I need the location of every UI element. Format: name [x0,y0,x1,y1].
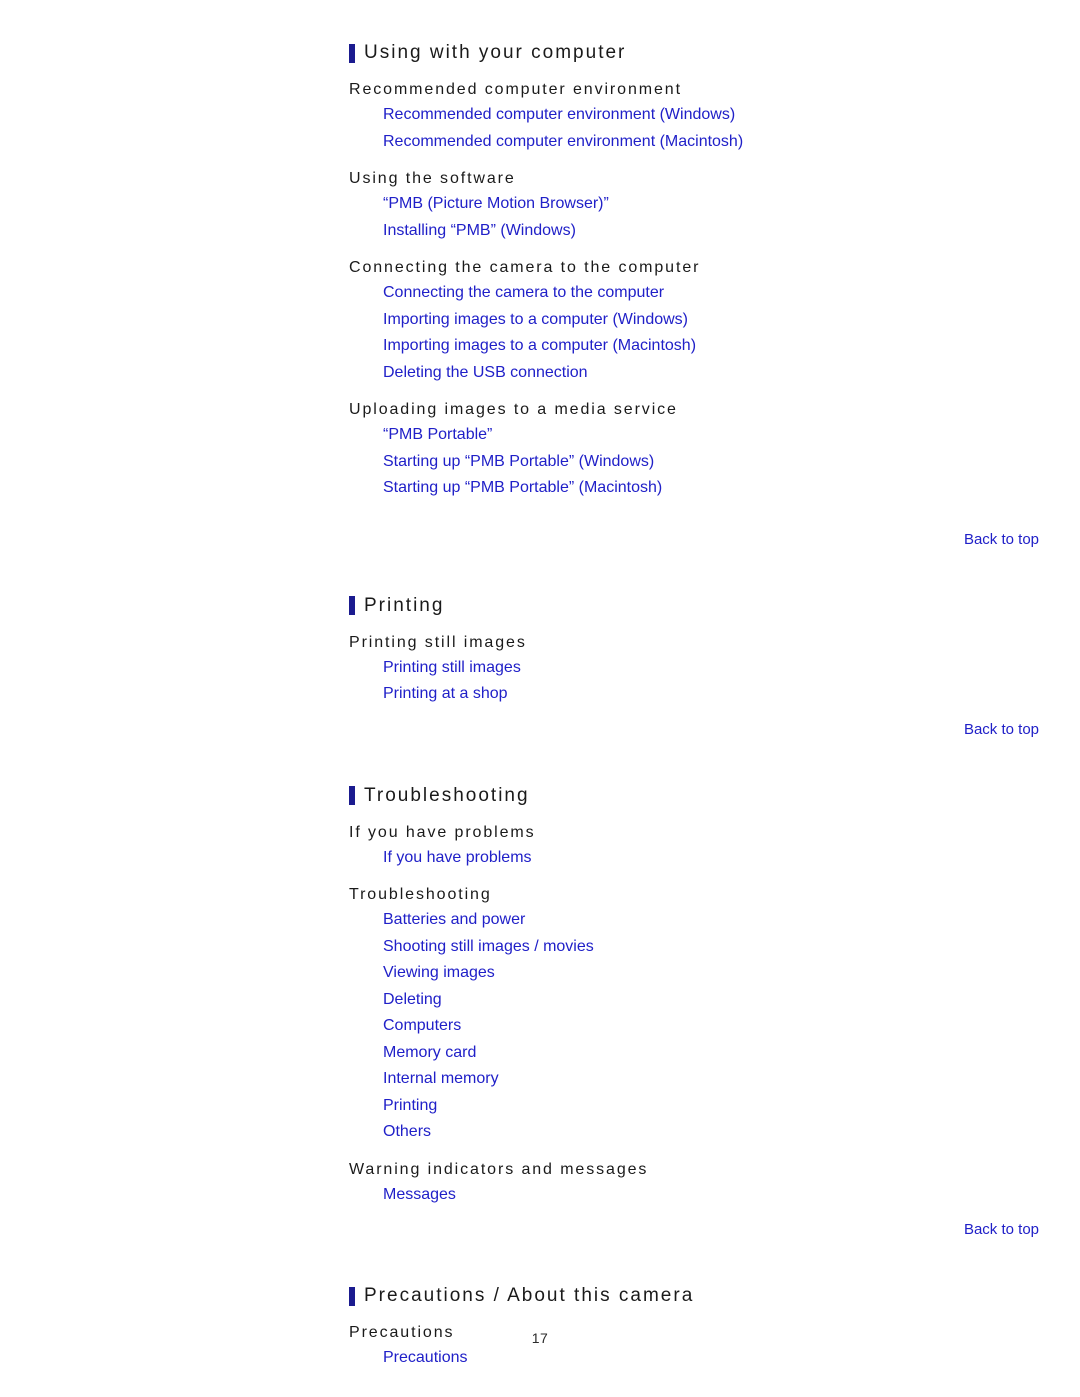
toc-link[interactable]: Importing images to a computer (Windows) [383,307,1039,334]
section-accent-bar-icon [349,1286,355,1306]
page-number: 17 [531,1330,549,1346]
toc-link[interactable]: Others [383,1119,1039,1146]
section-heading-label: Printing [364,594,445,616]
toc-link[interactable]: Computers [383,1013,1039,1040]
toc-link[interactable]: Batteries and power [383,907,1039,934]
document-page: Using with your computer Recommended com… [0,0,1080,1397]
toc-link[interactable]: Deleting [383,987,1039,1014]
toc-link[interactable]: Connecting the camera to the computer [383,280,1039,307]
subsection-heading-troubleshooting: Troubleshooting [349,886,492,903]
section-heading-label: Precautions / About this camera [364,1285,695,1306]
toc-link[interactable]: “PMB Portable” [383,422,1039,449]
toc-link[interactable]: Recommended computer environment (Macint… [383,129,1039,156]
link-list: Connecting the camera to the computer Im… [349,280,1039,386]
link-list: Printing still images Printing at a shop [349,655,1039,708]
toc-link[interactable]: Viewing images [383,960,1039,987]
back-to-top-row: Back to top [349,720,1039,740]
subsection-heading-printing-still-images: Printing still images [349,633,527,651]
link-list: If you have problems [349,845,1039,872]
toc-link[interactable]: Messages [383,1182,1039,1209]
toc-link[interactable]: Deleting the USB connection [383,360,1039,387]
link-list: Recommended computer environment (Window… [349,102,1039,155]
toc-link[interactable]: Precautions [383,1345,1039,1372]
subsection-heading-if-you-have-problems: If you have problems [349,823,536,841]
back-to-top-row: Back to top [349,530,1039,550]
toc-link[interactable]: Printing [383,1093,1039,1120]
toc-link[interactable]: Importing images to a computer (Macintos… [383,333,1039,360]
link-list: Messages [349,1182,1039,1209]
toc-link[interactable]: If you have problems [383,845,1039,872]
section-heading-printing: Printing [349,593,1039,619]
subsection-heading-uploading-images-to-a-media-service: Uploading images to a media service [349,401,678,418]
toc-link[interactable]: Starting up “PMB Portable” (Windows) [383,449,1039,476]
link-list: “PMB (Picture Motion Browser)” Installin… [349,191,1039,244]
back-to-top-link[interactable]: Back to top [964,720,1039,740]
subsection-heading-warning-indicators-and-messages: Warning indicators and messages [349,1160,649,1178]
section-accent-bar-icon [349,43,355,63]
toc-link[interactable]: Internal memory [383,1066,1039,1093]
section-heading-label: Troubleshooting [364,784,530,806]
back-to-top-row: Back to top [349,1220,1039,1240]
toc-link[interactable]: Shooting still images / movies [383,934,1039,961]
link-list: Batteries and power Shooting still image… [349,907,1039,1146]
link-list: Precautions [349,1345,1039,1372]
section-heading-label: Using with your computer [364,42,627,63]
subsection-heading-recommended-computer-environment: Recommended computer environment [349,81,682,98]
toc-link[interactable]: Recommended computer environment (Window… [383,102,1039,129]
toc-link[interactable]: Printing still images [383,655,1039,682]
section-heading-troubleshooting: Troubleshooting [349,783,1039,809]
back-to-top-link[interactable]: Back to top [964,530,1039,550]
section-heading-using-with-your-computer: Using with your computer [349,40,1039,66]
toc-link[interactable]: “PMB (Picture Motion Browser)” [383,191,1039,218]
section-accent-bar-icon [349,786,355,805]
table-of-contents: Using with your computer Recommended com… [349,40,1039,1372]
toc-link[interactable]: Printing at a shop [383,681,1039,708]
section-heading-precautions-about-this-camera: Precautions / About this camera [349,1283,1039,1309]
subsection-heading-using-the-software: Using the software [349,170,516,187]
toc-link[interactable]: Starting up “PMB Portable” (Macintosh) [383,475,1039,502]
back-to-top-link[interactable]: Back to top [964,1220,1039,1240]
link-list: “PMB Portable” Starting up “PMB Portable… [349,422,1039,502]
toc-link[interactable]: Installing “PMB” (Windows) [383,218,1039,245]
subsection-heading-connecting-the-camera-to-the-computer: Connecting the camera to the computer [349,259,701,276]
section-accent-bar-icon [349,596,355,615]
toc-link[interactable]: Memory card [383,1040,1039,1067]
